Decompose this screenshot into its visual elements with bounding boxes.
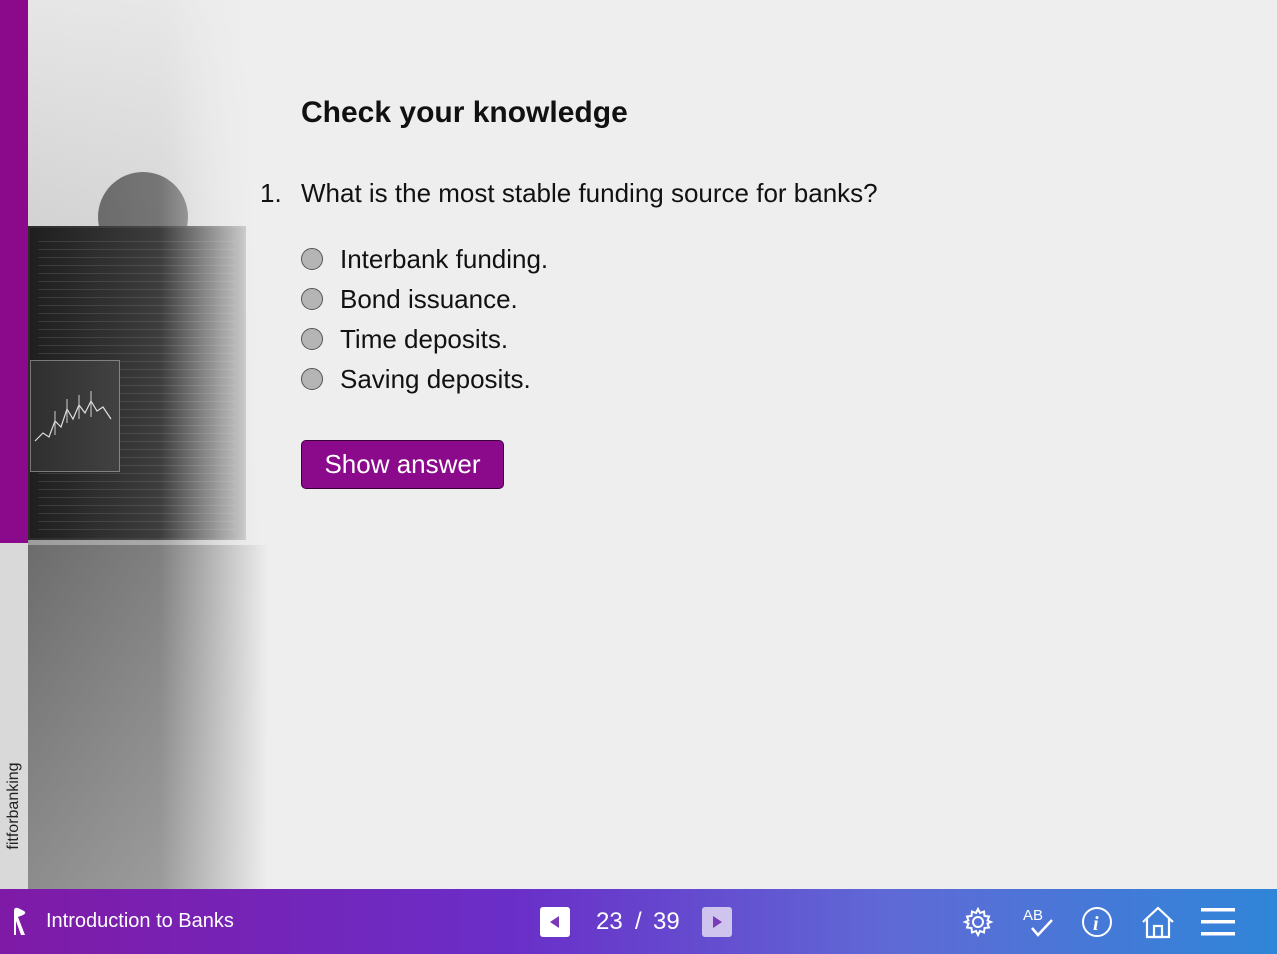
radio-button[interactable] [301,328,323,350]
background-photo [28,0,268,889]
option-label: Bond issuance. [340,283,518,314]
option-label: Interbank funding. [340,243,549,274]
answer-option-4[interactable]: Saving deposits. [301,363,531,394]
previous-page-button[interactable] [540,907,570,937]
radio-button[interactable] [301,368,323,390]
answer-option-3[interactable]: Time deposits. [301,323,509,354]
footer-toolbar: Introduction to Banks 23 / 39 AB i [0,889,1277,954]
spellcheck-icon: AB [1023,907,1053,937]
answer-option-2[interactable]: Bond issuance. [301,283,518,314]
question-number: 1. [260,178,282,208]
next-page-button[interactable] [702,907,732,937]
option-label: Saving deposits. [340,363,531,394]
question-text: What is the most stable funding source f… [301,178,878,208]
settings-button[interactable] [959,903,997,941]
radio-button[interactable] [301,288,323,310]
page-current: 23 [596,908,623,935]
triangle-right-icon [713,916,722,928]
spellcheck-button[interactable]: AB [1019,903,1057,941]
option-label: Time deposits. [340,323,509,354]
show-answer-button[interactable]: Show answer [301,440,504,489]
home-icon [1142,906,1174,939]
brand-logo-icon [8,905,30,937]
brand-accent-bar [0,0,28,543]
menu-button[interactable] [1199,903,1237,941]
photo-fade-overlay [28,0,268,889]
radio-button[interactable] [301,248,323,270]
hamburger-menu-icon [1201,908,1235,936]
course-title: Introduction to Banks [46,910,234,932]
page-separator: / [635,908,642,935]
home-button[interactable] [1139,903,1177,941]
svg-text:i: i [1093,913,1099,935]
page-title: Check your knowledge [301,96,628,129]
brand-vertical-label: fitforbanking [5,762,22,850]
answer-option-1[interactable]: Interbank funding. [301,243,549,274]
info-icon: i [1082,907,1112,937]
page-total: 39 [653,908,680,935]
gear-icon [962,906,994,938]
triangle-left-icon [550,916,559,928]
svg-text:AB: AB [1023,907,1043,924]
info-button[interactable]: i [1078,903,1116,941]
